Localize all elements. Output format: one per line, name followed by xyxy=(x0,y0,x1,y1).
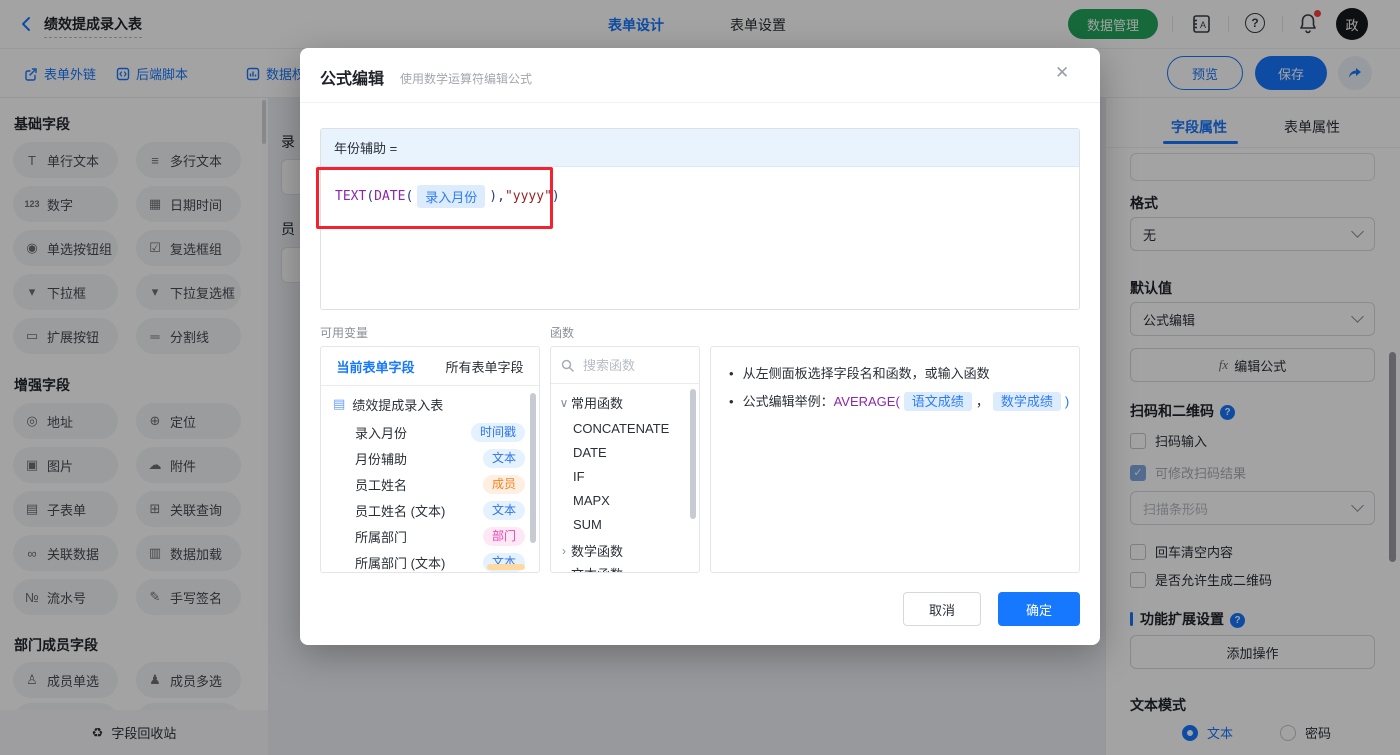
variable-name: 员工姓名 xyxy=(355,475,407,494)
type-badge: 部门 xyxy=(483,527,525,546)
tab-current-form-fields[interactable]: 当前表单字段 xyxy=(321,347,430,385)
variable-name: 录入月份 xyxy=(355,423,407,442)
function-group-common[interactable]: ∨常用函数 xyxy=(551,391,699,414)
help-line-2: •公式编辑举例：AVERAGE(语文成绩，数学成绩) xyxy=(729,391,1069,412)
type-badge: 文本 xyxy=(483,501,525,520)
chevron-down-icon: ∨ xyxy=(557,396,571,410)
functions-label: 函数 xyxy=(550,324,574,341)
type-badge: 成员 xyxy=(483,475,525,494)
variable-name: 员工姓名 (文本) xyxy=(355,501,445,520)
next-row-badge-peek xyxy=(487,564,525,570)
formula-edit-modal: 公式编辑 使用数学运算符编辑公式 ✕ 年份辅助 = TEXT(DATE(录入月份… xyxy=(300,48,1100,645)
comma: ， xyxy=(976,394,989,409)
bullet-icon: • xyxy=(729,363,734,384)
function-item[interactable]: MAPX xyxy=(551,489,699,512)
group-label: 数学函数 xyxy=(571,541,623,560)
function-name: DATE xyxy=(573,445,607,460)
form-name: 绩效提成录入表 xyxy=(352,395,443,414)
variable-row[interactable]: 月份辅助 文本 xyxy=(321,445,539,471)
cancel-button[interactable]: 取消 xyxy=(903,592,981,626)
search-icon xyxy=(561,359,574,372)
variable-name: 月份辅助 xyxy=(355,449,407,468)
variables-scrollbar[interactable] xyxy=(530,393,536,543)
divider xyxy=(300,102,1100,103)
help-line-1: • 从左侧面板选择字段名和函数，或输入函数 xyxy=(729,363,990,384)
function-search-row xyxy=(551,347,699,384)
chevron-right-icon: › xyxy=(557,544,571,558)
formula-help-panel: •从左侧面板选择字段名和函数，或输入函数 •公式编辑举例：AVERAGE(语文成… xyxy=(710,346,1080,573)
close-icon[interactable]: ✕ xyxy=(1055,63,1069,83)
example-field-pill: 语文成绩 xyxy=(904,392,972,411)
function-item[interactable]: CONCATENATE xyxy=(551,417,699,440)
variable-row[interactable]: 录入月份 时间戳 xyxy=(321,419,539,445)
functions-scrollbar[interactable] xyxy=(690,389,696,519)
help-text: 从左侧面板选择字段名和函数，或输入函数 xyxy=(743,363,990,384)
variables-root-row[interactable]: ▤ 绩效提成录入表 xyxy=(321,391,539,417)
modal-subtitle: 使用数学运算符编辑公式 xyxy=(400,70,532,87)
variables-label: 可用变量 xyxy=(320,324,368,341)
chevron-right-icon: › xyxy=(557,567,571,574)
function-name: CONCATENATE xyxy=(573,421,669,436)
function-name: IF xyxy=(573,469,585,484)
group-label: 文本函数 xyxy=(571,564,623,573)
function-item[interactable]: IF xyxy=(551,465,699,488)
group-label: 常用函数 xyxy=(571,393,623,412)
annotation-highlight-box xyxy=(316,167,553,229)
variable-row[interactable]: 所属部门 部门 xyxy=(321,523,539,549)
function-group-text[interactable]: ›文本函数 xyxy=(551,562,699,573)
function-name: SUM xyxy=(573,517,602,532)
function-group-math[interactable]: ›数学函数 xyxy=(551,539,699,562)
tab-all-form-fields[interactable]: 所有表单字段 xyxy=(430,347,539,385)
variables-tabs: 当前表单字段 所有表单字段 xyxy=(321,347,539,386)
variable-name: 所属部门 (文本) xyxy=(355,553,445,572)
formula-target-field: 年份辅助 = xyxy=(334,138,397,157)
example-function: AVERAGE( xyxy=(834,394,900,409)
variable-row[interactable]: 员工姓名 成员 xyxy=(321,471,539,497)
bullet-icon: • xyxy=(729,391,734,412)
function-search-input[interactable] xyxy=(581,357,685,374)
type-badge: 时间戳 xyxy=(471,423,525,442)
variable-row[interactable]: 员工姓名 (文本) 文本 xyxy=(321,497,539,523)
example-field-pill: 数学成绩 xyxy=(993,392,1061,411)
app-window: 绩效提成录入表 表单设计 表单设置 数据管理 A ? 政 表单外链 后端脚本 数… xyxy=(0,0,1400,755)
variable-name: 所属部门 xyxy=(355,527,407,546)
paren: ) xyxy=(1065,394,1069,409)
formula-assign-bar: 年份辅助 = xyxy=(321,129,1079,167)
function-name: MAPX xyxy=(573,493,610,508)
variables-panel: 当前表单字段 所有表单字段 ▤绩效提成录入表 录入月份时间戳 月份辅助文本 员工… xyxy=(320,346,540,573)
help-example: 公式编辑举例：AVERAGE(语文成绩，数学成绩) xyxy=(743,391,1070,412)
type-badge: 文本 xyxy=(483,449,525,468)
paren: ) xyxy=(552,189,560,204)
function-item[interactable]: DATE xyxy=(551,441,699,464)
function-item[interactable]: SUM xyxy=(551,513,699,536)
functions-panel: ∨常用函数 CONCATENATE DATE IF MAPX SUM ›数学函数… xyxy=(550,346,700,573)
modal-title: 公式编辑 xyxy=(320,65,384,89)
form-file-icon: ▤ xyxy=(333,396,345,412)
confirm-button[interactable]: 确定 xyxy=(998,592,1080,626)
